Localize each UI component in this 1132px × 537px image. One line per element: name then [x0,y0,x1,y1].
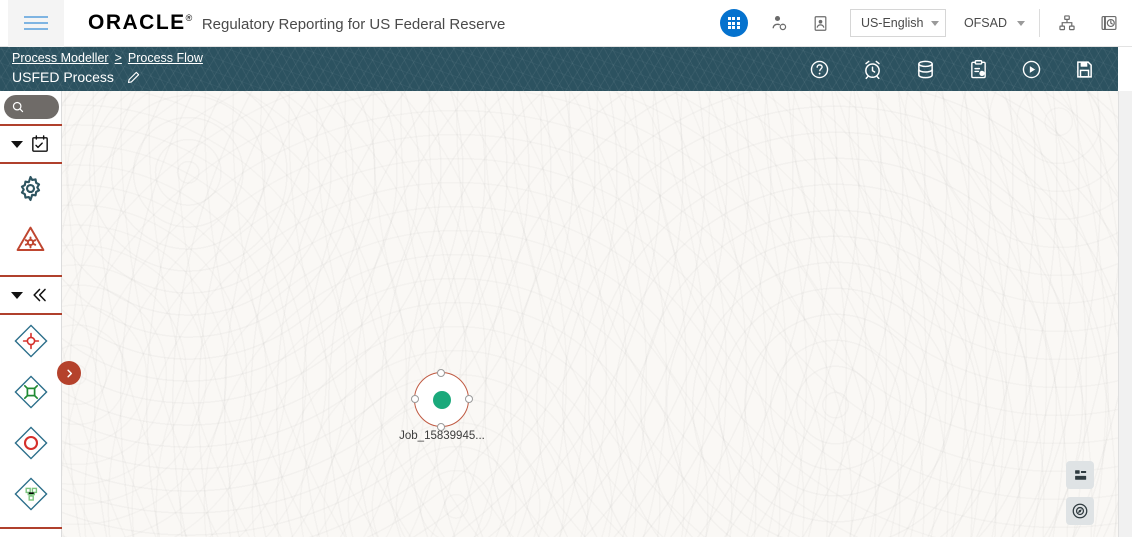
id-card-icon[interactable] [808,10,834,36]
workspace-select[interactable]: OFSAD [960,9,1040,37]
alarm-clock-icon[interactable] [860,57,884,81]
breadcrumb: Process Modeller > Process Flow USFED Pr… [0,47,203,85]
oracle-logo-text: ORACLE [88,11,186,34]
node-handle-west[interactable] [410,395,419,403]
workspace-select-value: OFSAD [963,16,1007,30]
oracle-logo: ORACLE® [88,11,194,35]
canvas-vertical-scrollbar[interactable] [1118,91,1132,537]
flow-node-label: Job_15839945... [399,430,485,442]
header-actions: US-English OFSAD [719,9,1132,37]
pencil-edit-icon[interactable] [126,70,141,85]
settings-gear-icon[interactable] [0,164,62,213]
palette-end-node-icon[interactable] [0,417,62,468]
org-hierarchy-icon[interactable] [1054,10,1080,36]
triangle-down-icon[interactable] [10,291,23,299]
language-select[interactable]: US-English [849,9,946,37]
search-input[interactable] [4,95,59,119]
panel-expand-button[interactable] [57,361,81,385]
breadcrumb-item-process-flow[interactable]: Process Flow [128,51,203,65]
triangle-down-icon[interactable] [11,140,24,148]
double-chevron-left-icon[interactable] [28,285,50,305]
node-status-indicator [432,390,451,409]
page-title: USFED Process [12,69,114,85]
chevron-down-icon [930,20,939,26]
navigator-compass-icon[interactable] [1066,497,1094,525]
sidebar-section-tasks-header [0,126,61,162]
help-icon[interactable] [807,57,831,81]
breadcrumb-separator: > [114,51,122,65]
calendar-task-icon[interactable] [30,134,50,154]
sidebar-section-tasks-body [0,164,61,265]
palette-start-node-icon[interactable] [0,315,62,366]
sidebar-section-palette-body [0,315,61,519]
chevron-right-icon [66,369,72,377]
brand: ORACLE® Regulatory Reporting for US Fede… [88,11,505,35]
flow-node-shape[interactable] [410,368,473,431]
process-toolbar [807,47,1118,91]
process-flow-subheader: Process Modeller > Process Flow USFED Pr… [0,47,1118,91]
app-root: ORACLE® Regulatory Reporting for US Fede… [0,0,1132,537]
save-icon[interactable] [1072,57,1096,81]
clock-history-icon[interactable] [1096,10,1122,36]
user-admin-icon[interactable] [766,10,792,36]
hamburger-menu-icon[interactable] [8,0,64,47]
node-handle-south[interactable] [437,422,445,431]
legend-icon[interactable] [1066,461,1094,489]
chevron-down-icon [1017,20,1025,26]
clipboard-report-icon[interactable] [966,57,990,81]
search-icon [12,101,24,113]
app-title: Regulatory Reporting for US Federal Rese… [201,16,506,33]
palette-subprocess-node-icon[interactable] [0,468,62,519]
registered-mark: ® [185,13,194,23]
breadcrumb-item-process-modeller[interactable]: Process Modeller [12,51,109,65]
top-header-bar: ORACLE® Regulatory Reporting for US Fede… [0,0,1132,47]
node-handle-north[interactable] [437,368,445,377]
process-flow-canvas[interactable]: Job_15839945... [62,91,1118,537]
flow-node-job[interactable]: Job_15839945... [399,368,497,442]
language-select-value: US-English [860,16,924,30]
divider [0,527,62,529]
run-play-icon[interactable] [1019,57,1043,81]
sidebar-section-palette-header [0,277,61,313]
grid-apps-icon[interactable] [719,9,748,37]
node-handle-east[interactable] [464,395,473,403]
canvas-float-controls [1066,461,1094,525]
warning-gear-icon[interactable] [0,213,62,265]
palette-task-node-icon[interactable] [0,366,62,417]
database-icon[interactable] [913,57,937,81]
left-sidebar [0,91,62,537]
